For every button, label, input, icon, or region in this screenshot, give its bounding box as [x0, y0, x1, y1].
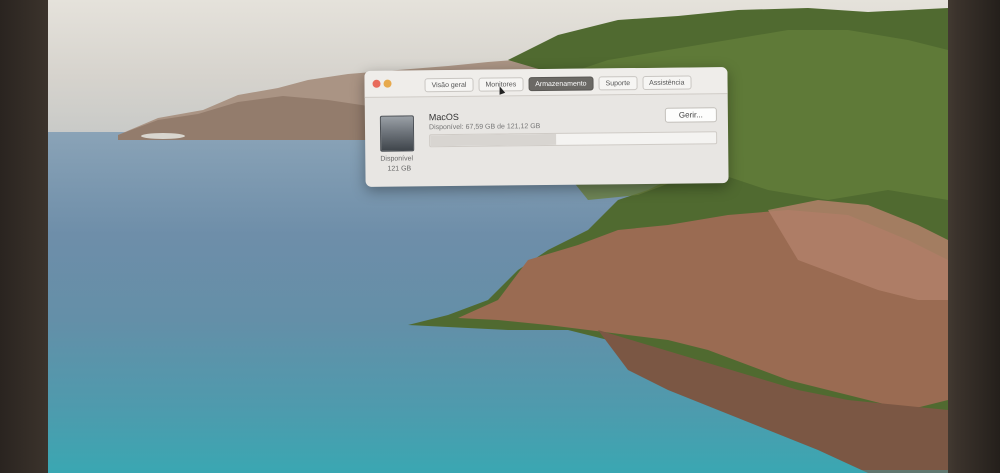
- photo-backdrop: Visão geral Monitores Armazenamento Supo…: [0, 0, 1000, 473]
- close-button[interactable]: [372, 79, 381, 88]
- disk-available-text: Disponível: 67,59 GB de 121,12 GB: [428, 123, 541, 132]
- window-titlebar: Visão geral Monitores Armazenamento Supo…: [364, 67, 728, 98]
- hard-disk-icon: [379, 115, 415, 152]
- storage-used-fill: [430, 133, 557, 147]
- available-legend-label: Disponível: [380, 155, 414, 163]
- available-legend-value: 121 GB: [387, 165, 412, 173]
- minimize-button[interactable]: [383, 79, 392, 88]
- tab-service[interactable]: Assistência: [642, 75, 692, 90]
- tab-storage[interactable]: Armazenamento: [528, 76, 594, 92]
- disk-name: MacOS: [428, 111, 459, 123]
- tab-overview[interactable]: Visão geral: [424, 77, 474, 93]
- tab-bar: Visão geral Monitores Armazenamento Supo…: [424, 75, 692, 93]
- manage-storage-button[interactable]: Gerir...: [664, 107, 717, 123]
- storage-usage-bar: [429, 131, 718, 148]
- desktop-screen: Visão geral Monitores Armazenamento Supo…: [48, 0, 948, 473]
- tab-support[interactable]: Suporte: [598, 76, 638, 91]
- about-this-mac-window: Visão geral Monitores Armazenamento Supo…: [364, 67, 729, 187]
